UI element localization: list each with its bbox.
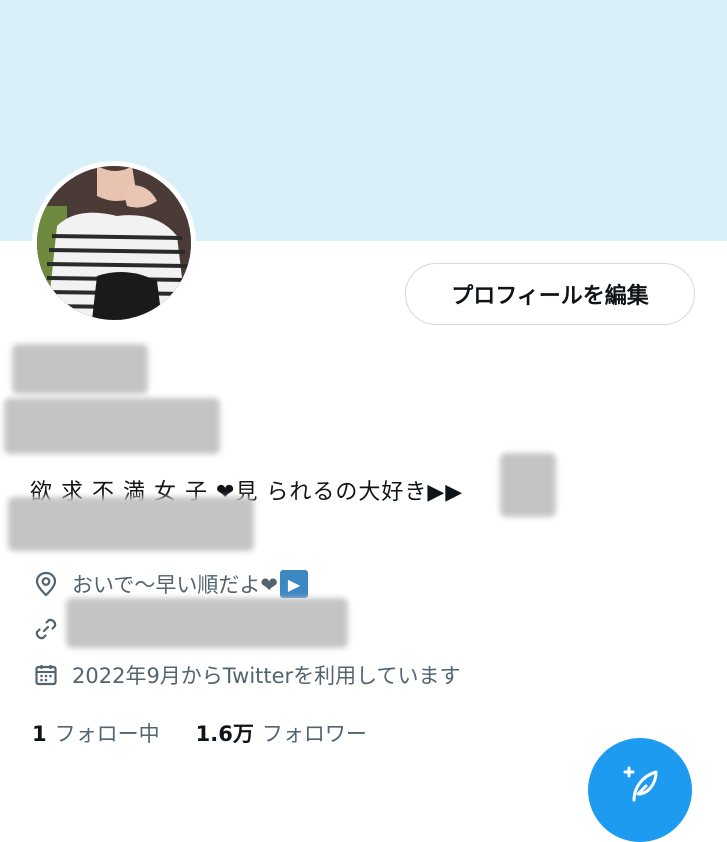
redacted-bio-emoji: [500, 453, 556, 517]
followers-count: 1.6万: [195, 722, 254, 746]
profile-location: おいで〜早い順だよ❤ ▶: [32, 569, 308, 599]
followers-label: フォロワー: [261, 722, 367, 746]
location-pin-icon: [32, 570, 60, 598]
location-text: おいで〜早い順だよ❤: [72, 573, 278, 597]
calendar-icon: [32, 661, 60, 689]
redacted-website-link: [66, 598, 348, 648]
edit-profile-button[interactable]: プロフィールを編集: [405, 263, 695, 325]
follow-stats: 1 フォロー中 1.6万 フォロワー: [32, 718, 367, 748]
join-date-text: 2022年9月からTwitterを利用しています: [72, 664, 461, 688]
redacted-handle: [4, 398, 220, 454]
followers-link[interactable]: 1.6万 フォロワー: [196, 718, 367, 748]
redacted-display-name: [12, 344, 148, 394]
following-label: フォロー中: [54, 722, 160, 746]
compose-tweet-button[interactable]: [588, 738, 692, 842]
following-link[interactable]: 1 フォロー中: [32, 718, 160, 748]
profile-join-date: 2022年9月からTwitterを利用しています: [32, 660, 461, 690]
avatar-image: [37, 166, 191, 320]
play-button-emoji: ▶: [279, 570, 308, 598]
compose-tweet-icon: [620, 764, 660, 808]
redacted-bio-line: [8, 497, 254, 551]
following-count: 1: [32, 722, 47, 746]
avatar[interactable]: [32, 161, 196, 325]
link-icon: [32, 615, 60, 643]
edit-profile-label: プロフィールを編集: [451, 284, 649, 309]
